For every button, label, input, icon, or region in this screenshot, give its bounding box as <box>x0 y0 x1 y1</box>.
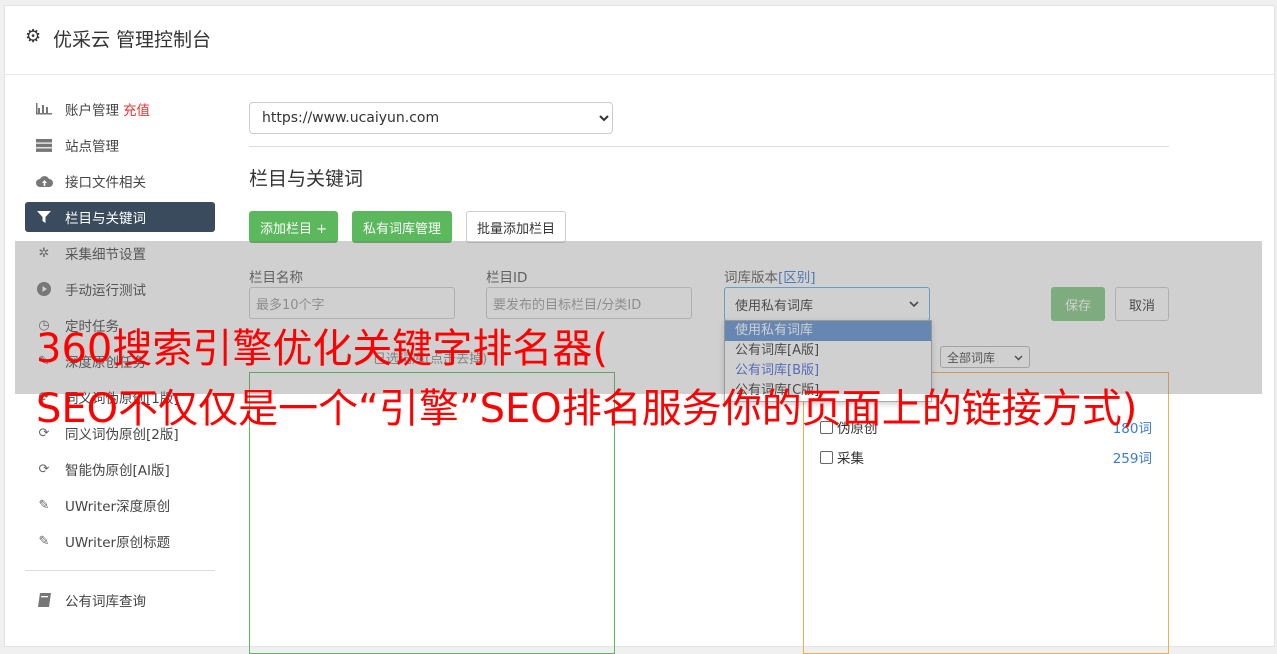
filter-icon <box>35 210 53 224</box>
action-buttons: 添加栏目 + 私有词库管理 批量添加栏目 <box>249 211 567 243</box>
sidebar-item-uwriter-title[interactable]: ✎ UWriter原创标题 <box>25 526 215 556</box>
overlay-headline-line1: 360搜索引擎优化关键字排名器( <box>36 326 608 372</box>
sidebar-item-label: 智能伪原创[AI版] <box>65 463 170 479</box>
page-title: 优采云 管理控制台 <box>53 29 212 51</box>
sidebar-item-ai-rewrite[interactable]: ⟳ 智能伪原创[AI版] <box>25 454 215 484</box>
lib-row[interactable]: 采集 259词 <box>820 446 1152 468</box>
sidebar-item-label: 账户管理 <box>65 103 119 119</box>
lib-count: 259词 <box>1112 451 1152 467</box>
edit-icon: ✎ <box>38 497 50 513</box>
private-dict-button[interactable]: 私有词库管理 <box>352 211 453 243</box>
sidebar-item-label: 栏目与关键词 <box>65 211 146 227</box>
bar-chart-icon <box>35 102 53 116</box>
sidebar-item-interface[interactable]: 接口文件相关 <box>25 166 215 196</box>
sidebar-item-label: UWriter深度原创 <box>65 499 171 515</box>
divider <box>249 146 1169 147</box>
overlay-headline-line2: SEO不仅仅是一个“引擎”SEO排名服务你的页面上的链接方式) <box>36 386 1138 432</box>
sidebar-item-uwriter-deep[interactable]: ✎ UWriter深度原创 <box>25 490 215 520</box>
cloud-upload-icon <box>35 174 53 188</box>
gear-icon: ⚙ <box>25 26 42 47</box>
sidebar-item-label: 公有词库查询 <box>65 594 146 610</box>
sidebar-item-label: 站点管理 <box>65 139 119 155</box>
main-content: https://www.ucaiyun.com 栏目与关键词 添加栏目 + 私有… <box>249 102 1169 654</box>
sidebar-item-label: 接口文件相关 <box>65 175 146 191</box>
sidebar-item-label: UWriter原创标题 <box>65 535 171 551</box>
book-icon <box>35 593 53 607</box>
sidebar-divider <box>25 570 215 571</box>
add-column-button[interactable]: 添加栏目 + <box>249 211 339 243</box>
site-select[interactable]: https://www.ucaiyun.com <box>249 102 613 134</box>
recharge-link[interactable]: 充值 <box>123 99 150 119</box>
edit-icon: ✎ <box>38 533 50 549</box>
sidebar-item-sites[interactable]: 站点管理 <box>25 130 215 160</box>
sidebar-item-public-dict[interactable]: 公有词库查询 <box>25 585 215 615</box>
batch-add-button[interactable]: 批量添加栏目 <box>466 211 567 243</box>
sidebar-item-columns[interactable]: 栏目与关键词 <box>25 202 215 232</box>
sidebar-item-account[interactable]: 账户管理 充值 <box>25 94 215 124</box>
refresh-icon: ⟳ <box>38 461 50 477</box>
header: ⚙ 优采云 管理控制台 <box>5 6 1274 75</box>
section-title: 栏目与关键词 <box>249 168 364 190</box>
server-icon <box>35 138 53 152</box>
lib-name: 采集 <box>837 451 864 467</box>
lib-checkbox[interactable] <box>820 450 833 464</box>
